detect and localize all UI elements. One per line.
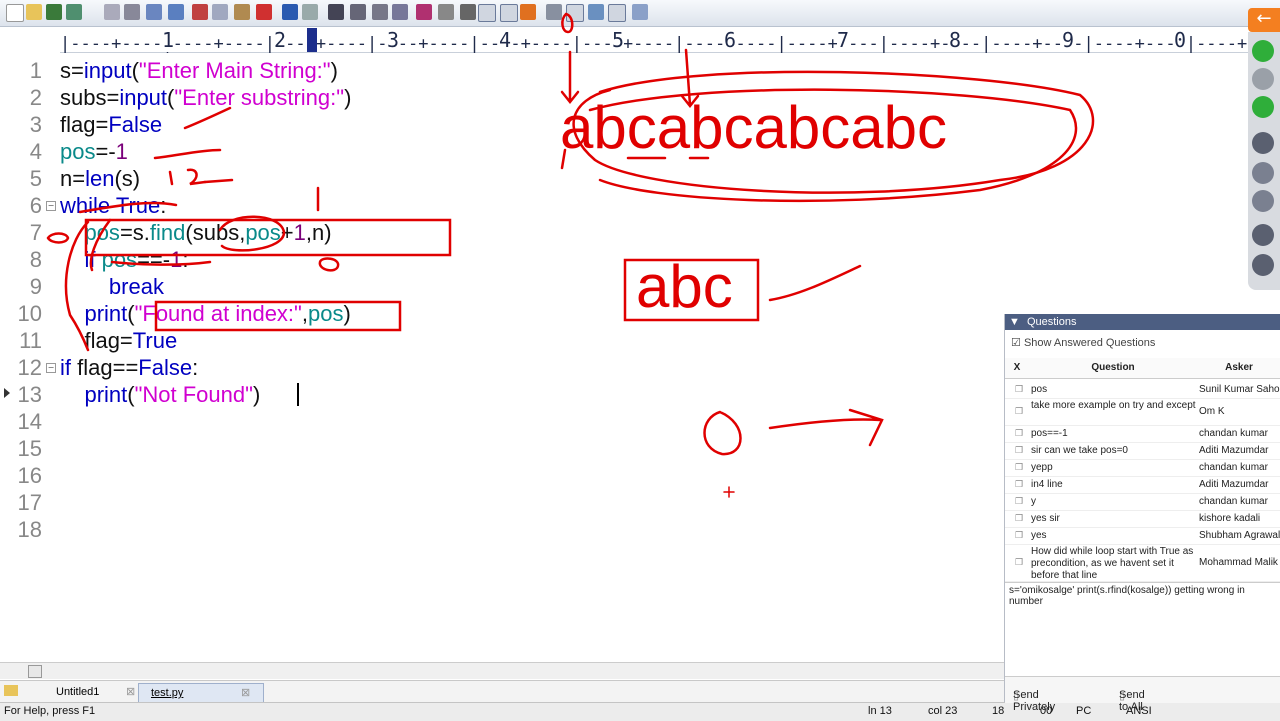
annotation-arrow xyxy=(560,50,580,105)
annotation-arrow-right xyxy=(768,408,884,447)
annotation-box-found xyxy=(154,300,402,332)
annotation-small-string: abc xyxy=(636,253,733,320)
annotation-box-find-line xyxy=(84,218,452,257)
annotation-strike xyxy=(110,260,212,266)
pen-annotations: abcabcabcabc abc xyxy=(46,12,1095,498)
annotation-tick xyxy=(203,178,234,184)
annotation-circle-7 xyxy=(46,232,70,244)
annotation-curve xyxy=(768,264,862,302)
annotation-bracket xyxy=(64,220,90,352)
annotation-tick xyxy=(183,106,232,130)
annotation-bracket xyxy=(89,218,112,272)
annotation-small-zero xyxy=(318,257,340,272)
annotation-tick xyxy=(168,168,207,186)
annotation-zero-big xyxy=(703,410,742,456)
annotation-plus xyxy=(723,486,735,498)
annotation-strike xyxy=(78,201,178,214)
annotation-tick xyxy=(153,148,222,160)
annotation-circle-subs xyxy=(218,215,286,252)
annotation-zero xyxy=(561,12,574,34)
